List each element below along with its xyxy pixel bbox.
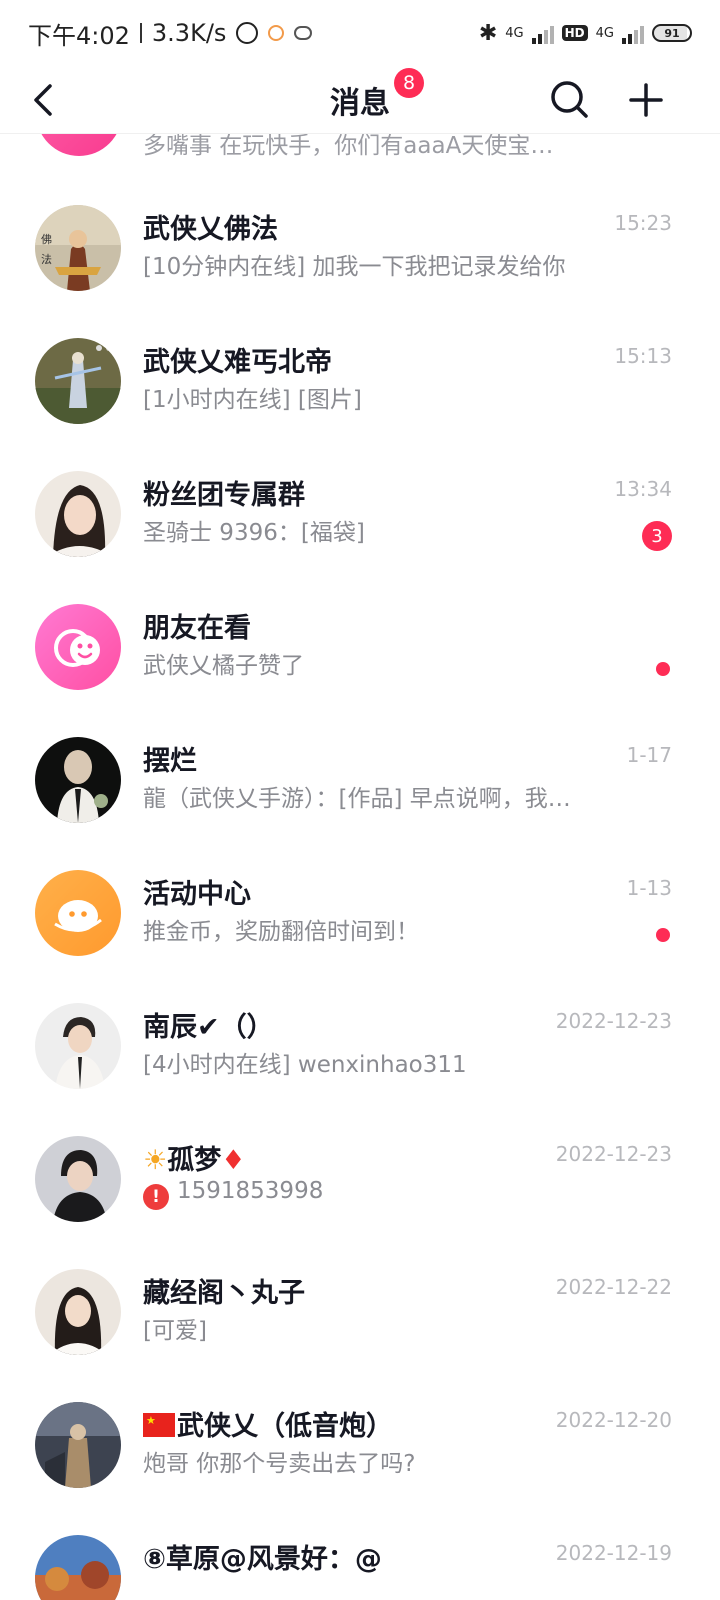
message-preview-wrap: ! 1591853998 — [143, 1178, 323, 1210]
unread-count-badge: 3 — [642, 521, 672, 551]
message-preview: 圣骑士 9396：[福袋] — [143, 520, 365, 546]
search-button[interactable] — [548, 78, 592, 122]
avatar — [35, 1136, 121, 1222]
message-time: 15:13 — [614, 344, 672, 368]
contact-name: ⑧草原@风景好：@ — [143, 1544, 382, 1575]
message-preview: 1591853998 — [177, 1178, 324, 1204]
message-time: 2022-12-19 — [555, 1541, 672, 1565]
avatar — [35, 737, 121, 823]
message-preview: 推金币，奖励翻倍时间到！ — [143, 919, 419, 945]
conversation-item[interactable]: 南辰✔（） [4小时内在线] wenxinhao311 2022-12-23 — [0, 979, 720, 1111]
message-list[interactable]: 多嘴事 在玩快手，你们有aaaA天使宝… 佛 法 武侠乂佛法 [10分钟内在线]… — [0, 134, 720, 1600]
message-time: 2022-12-23 — [555, 1142, 672, 1166]
conversation-item[interactable]: 佛 法 武侠乂佛法 [10分钟内在线] 加我一下我把记录发给你 15:23 — [0, 181, 720, 313]
status-time: 下午4:02 — [28, 21, 130, 50]
unread-dot — [656, 928, 670, 942]
title-wrap: 消息 8 — [330, 67, 424, 122]
message-preview: 龍（武侠乂手游）：[作品] 早点说啊，我… — [143, 786, 571, 812]
contact-name: 粉丝团专属群 — [143, 480, 305, 511]
message-preview: [可爱] — [143, 1318, 207, 1344]
contact-name-text: 孤梦 — [167, 1145, 222, 1176]
contact-name: 藏经阁丶丸子 — [143, 1278, 305, 1309]
signal-icon — [531, 22, 554, 44]
contact-name: 武侠乂（低音炮） — [143, 1404, 393, 1443]
message-time: 13:34 — [614, 477, 672, 501]
back-button[interactable] — [26, 78, 66, 122]
status-divider — [139, 23, 142, 43]
contact-name: 朋友在看 — [143, 613, 251, 644]
network-label-1: 4G — [505, 25, 524, 41]
avatar: 佛 法 — [35, 205, 121, 291]
message-time: 1-13 — [626, 876, 672, 900]
battery-icon: 91 — [652, 24, 692, 42]
friends-watching-icon — [35, 604, 121, 690]
contact-name-text: 武侠乂（低音炮） — [177, 1411, 393, 1442]
avatar — [35, 338, 121, 424]
back-arrow-icon — [34, 84, 52, 116]
conversation-item[interactable]: ⑧草原@风景好：@ 2022-12-19 — [0, 1511, 720, 1600]
list-item-partial[interactable]: 多嘴事 在玩快手，你们有aaaA天使宝… — [0, 134, 720, 174]
conversation-item[interactable]: 武侠乂难丐北帝 [1小时内在线] [图片] 15:13 — [0, 314, 720, 446]
unread-dot — [656, 662, 670, 676]
battery-level: 91 — [664, 26, 680, 40]
avatar — [35, 471, 121, 557]
message-preview: [1小时内在线] [图片] — [143, 387, 362, 413]
contact-name: 武侠乂佛法 — [143, 214, 278, 245]
network-label-2: 4G — [595, 25, 614, 41]
message-preview: 炮哥 你那个号卖出去了吗? — [143, 1451, 416, 1477]
message-preview: [4小时内在线] wenxinhao311 — [143, 1052, 467, 1078]
diamond-icon: ♦ — [221, 1145, 246, 1176]
conversation-item[interactable]: 活动中心 推金币，奖励翻倍时间到！ 1-13 — [0, 846, 720, 978]
hd-badge: HD — [561, 25, 588, 41]
unread-total-badge: 8 — [394, 67, 424, 98]
message-preview: 武侠乂橘子赞了 — [143, 653, 304, 679]
message-time: 1-17 — [626, 743, 672, 767]
svg-text:佛: 佛 — [41, 233, 52, 246]
status-bar: 下午4:02 3.3K/s ✱ 4G HD 4G 91 — [0, 0, 720, 66]
alarm-icon — [236, 22, 259, 44]
conversation-item[interactable]: 摆烂 龍（武侠乂手游）：[作品] 早点说啊，我… 1-17 — [0, 713, 720, 845]
message-preview: 多嘴事 在玩快手，你们有aaaA天使宝… — [143, 134, 554, 159]
app-notification-icon — [268, 25, 285, 41]
plus-icon — [629, 83, 663, 117]
message-time: 15:23 — [614, 211, 672, 235]
sun-icon: ☀ — [143, 1145, 168, 1176]
avatar — [35, 1535, 121, 1600]
avatar — [36, 134, 122, 156]
conversation-item[interactable]: 粉丝团专属群 圣骑士 9396：[福袋] 13:34 3 — [0, 447, 720, 579]
signal-icon-2 — [622, 22, 644, 44]
message-preview: [10分钟内在线] 加我一下我把记录发给你 — [143, 254, 566, 280]
china-flag-icon — [143, 1413, 175, 1437]
avatar — [35, 1402, 121, 1488]
nav-bar: 消息 8 — [0, 66, 720, 134]
message-time: 2022-12-22 — [555, 1275, 672, 1299]
contact-name: 活动中心 — [143, 879, 251, 910]
cloud-icon — [294, 26, 313, 40]
conversation-item[interactable]: 藏经阁丶丸子 [可爱] 2022-12-22 — [0, 1245, 720, 1377]
bluetooth-icon: ✱ — [478, 20, 498, 46]
message-time: 2022-12-23 — [555, 1009, 672, 1033]
status-speed: 3.3K/s — [151, 19, 227, 47]
contact-name: 摆烂 — [143, 746, 197, 777]
contact-name: 武侠乂难丐北帝 — [143, 347, 332, 378]
page-title: 消息 — [330, 85, 390, 121]
add-button[interactable] — [624, 78, 668, 122]
alert-icon: ! — [143, 1184, 169, 1210]
status-right: ✱ 4G HD 4G 91 — [479, 21, 692, 46]
activity-center-icon — [35, 870, 121, 956]
svg-text:法: 法 — [41, 252, 52, 266]
avatar — [35, 1269, 121, 1355]
search-icon — [551, 81, 588, 118]
conversation-item[interactable]: ☀孤梦♦ ! 1591853998 2022-12-23 — [0, 1112, 720, 1244]
contact-name: ☀孤梦♦ — [143, 1138, 245, 1177]
status-left: 下午4:02 3.3K/s — [28, 16, 313, 51]
conversation-item[interactable]: 朋友在看 武侠乂橘子赞了 — [0, 580, 720, 712]
conversation-item[interactable]: 武侠乂（低音炮） 炮哥 你那个号卖出去了吗? 2022-12-20 — [0, 1378, 720, 1510]
avatar — [35, 1003, 121, 1089]
contact-name: 南辰✔（） — [143, 1012, 274, 1043]
message-time: 2022-12-20 — [555, 1408, 672, 1432]
